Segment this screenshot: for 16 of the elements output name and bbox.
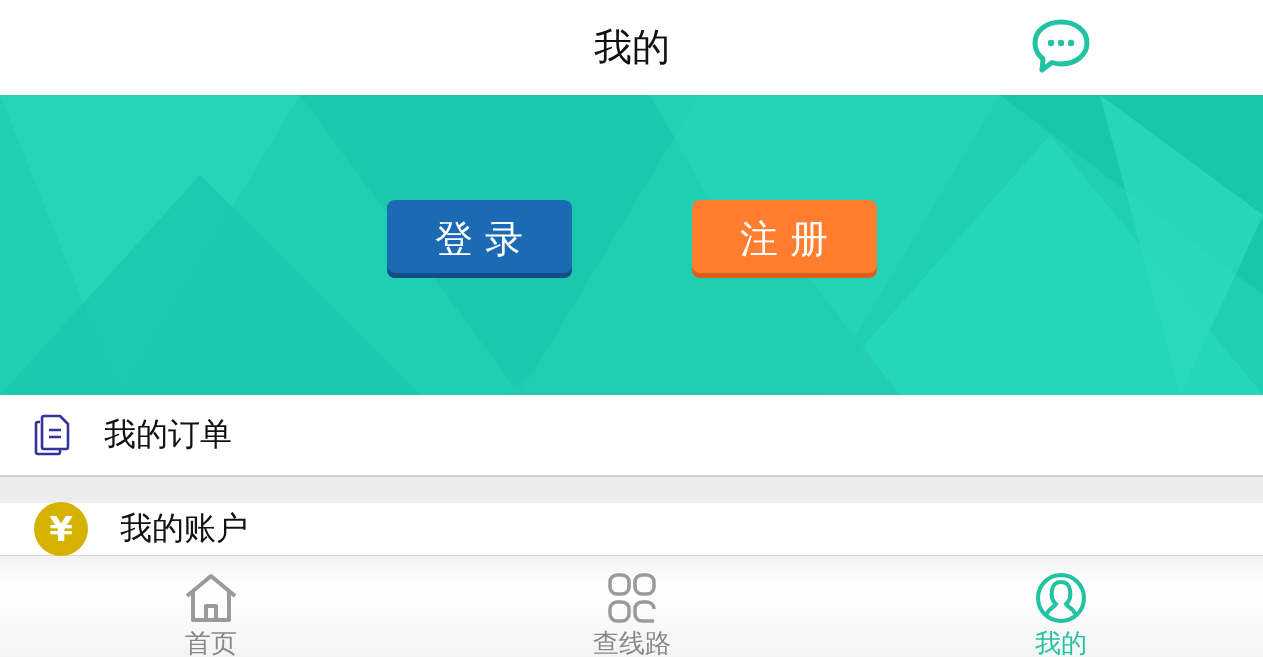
tab-label: 查线路 xyxy=(592,627,671,657)
menu-item[interactable]: 我的订单 xyxy=(104,413,232,457)
page-title: 我的 xyxy=(593,24,670,71)
menu-item[interactable]: 我的账户 xyxy=(120,507,248,551)
document-icon xyxy=(34,414,72,456)
tab-label: 首页 xyxy=(184,627,237,657)
grid-icon xyxy=(606,572,657,624)
register-button[interactable]: 注 册 xyxy=(691,200,877,278)
chat-bubble-icon[interactable] xyxy=(1032,18,1090,74)
tab[interactable]: 我的 xyxy=(850,556,1263,657)
tab-label: 我的 xyxy=(1034,627,1087,657)
tab[interactable]: 首页 xyxy=(0,556,421,657)
tab[interactable]: 查线路 xyxy=(421,556,842,657)
yen-icon: ¥ xyxy=(34,502,88,556)
login-button[interactable]: 登 录 xyxy=(386,200,572,278)
user-icon xyxy=(1034,572,1087,624)
